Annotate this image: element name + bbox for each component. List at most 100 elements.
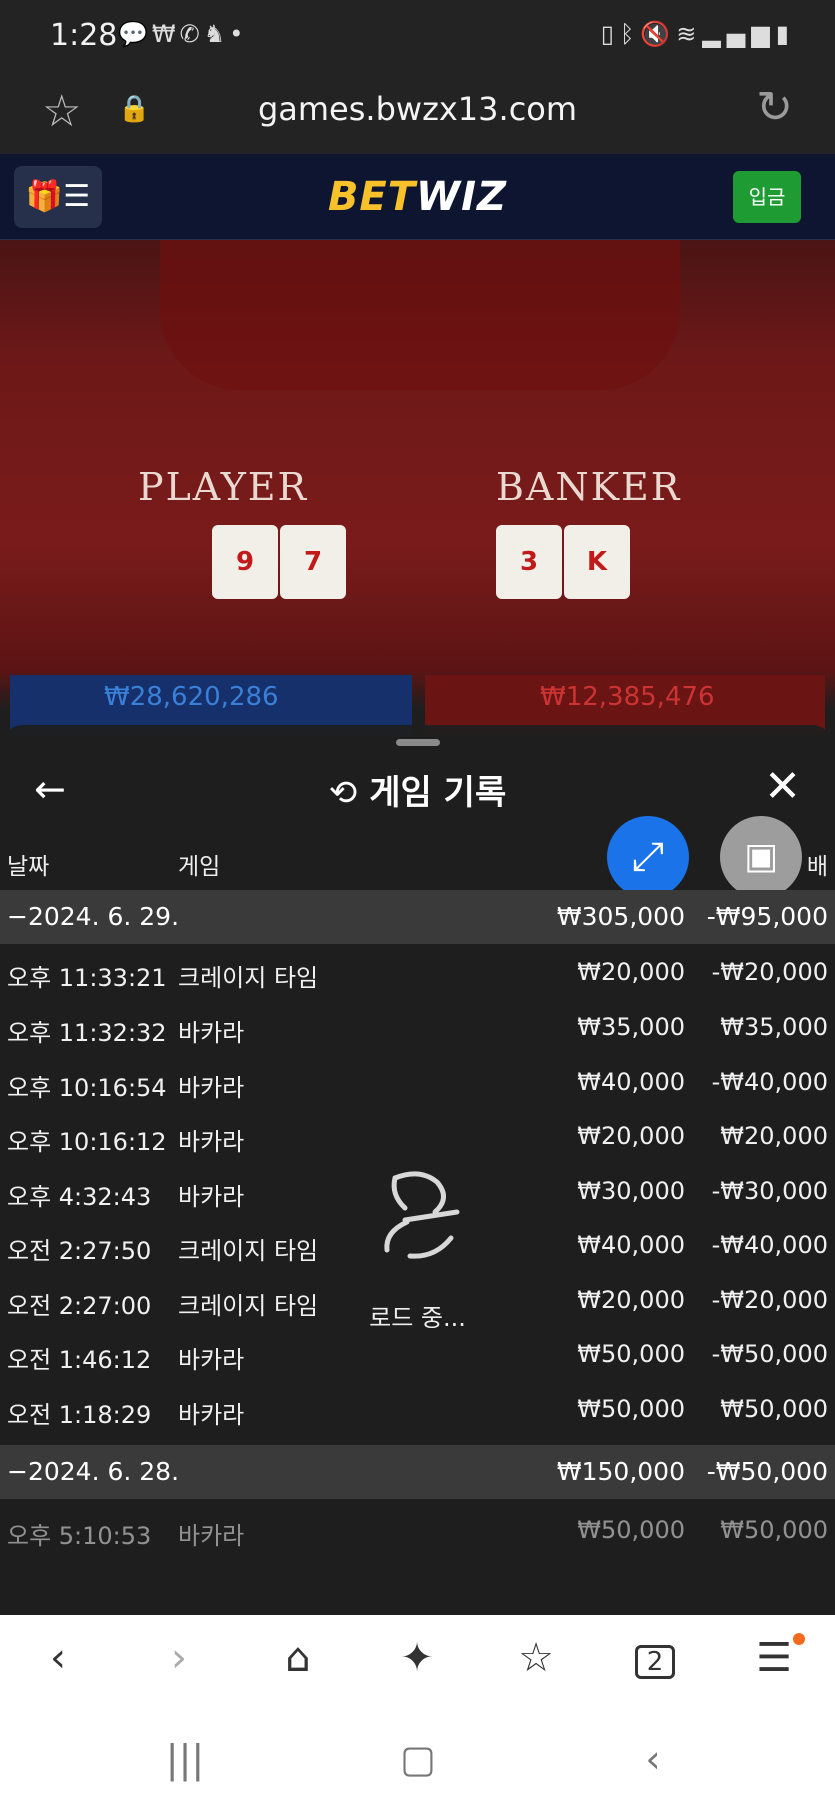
browser-toolbar: ‹ › ⌂ ✦ ☆ 2 ☰ (0, 1615, 835, 1715)
row-result: -₩30,000 (711, 1177, 828, 1205)
table-row[interactable]: 오후 5:10:53 바카라 ₩50,000 ₩50,000 (0, 1504, 835, 1558)
site-header: 🎁☰ BETWIZ 입금 (0, 154, 835, 240)
row-bet: ₩20,000 (577, 1122, 685, 1150)
forward-icon[interactable]: › (149, 1635, 209, 1681)
mute-icon: 🔇 (640, 20, 677, 48)
history-icon: ⟲ (328, 773, 358, 813)
table-row[interactable]: 오전 1:18:29 바카라 ₩50,000 ₩50,000 (0, 1383, 835, 1437)
row-game: 바카라 (178, 1019, 245, 1047)
battery-saver-icon: ▯ (600, 20, 620, 48)
table-row[interactable]: 오후 11:32:32 바카라 ₩35,000 ₩35,000 (0, 1001, 835, 1055)
row-bet: ₩50,000 (577, 1516, 685, 1544)
row-bet: ₩35,000 (577, 1013, 685, 1041)
player-label: PLAYER (138, 465, 309, 509)
app-icon: ♞ (203, 20, 230, 48)
row-time: 오전 1:46:12 (7, 1346, 152, 1374)
player-card: 7 (280, 525, 346, 599)
loading-spinner-icon (384, 1171, 460, 1259)
dot-icon: • (229, 20, 248, 48)
row-time: 오전 1:18:29 (7, 1401, 152, 1429)
row-result: ₩35,000 (720, 1013, 828, 1041)
bluetooth-icon: ᛒ (620, 20, 641, 48)
row-time: 오후 5:10:53 (7, 1522, 152, 1550)
status-bar: 1:28 💬₩✆♞• ▯ᛒ🔇≋▂▄▆▮ (0, 0, 835, 72)
table-row[interactable]: 오전 1:46:12 바카라 ₩50,000 -₩50,000 (0, 1328, 835, 1382)
chat-icon: 💬 (118, 20, 152, 48)
home-icon[interactable]: ⌂ (268, 1635, 328, 1681)
column-header-game: 게임 (178, 854, 221, 880)
dealer-figure (160, 240, 680, 390)
back-icon[interactable]: ‹ (613, 1737, 693, 1781)
deposit-button[interactable]: 입금 (733, 171, 801, 223)
row-bet: ₩50,000 (577, 1395, 685, 1423)
drag-handle[interactable] (396, 739, 440, 746)
pip-icon[interactable]: ▣ (720, 816, 802, 898)
system-nav-bar: ||| ▢ ‹ (0, 1715, 835, 1810)
row-game: 바카라 (178, 1074, 245, 1102)
table-row[interactable]: 오후 10:16:54 바카라 ₩40,000 -₩40,000 (0, 1056, 835, 1110)
column-header-date: 날짜 (7, 854, 50, 880)
notification-dot (793, 1633, 805, 1645)
close-icon[interactable]: ✕ (764, 761, 801, 812)
sheet-title-text: 게임 기록 (369, 773, 507, 813)
row-game: 바카라 (178, 1346, 245, 1374)
row-game: 크레이지 타임 (178, 964, 319, 992)
row-result: ₩50,000 (720, 1516, 828, 1544)
row-result: -₩50,000 (711, 1340, 828, 1368)
home-icon[interactable]: ▢ (378, 1737, 458, 1781)
bookmarks-icon[interactable]: ☆ (506, 1635, 566, 1681)
banker-label: BANKER (496, 465, 682, 509)
notification-icons: 💬₩✆♞• (118, 20, 247, 48)
row-time: 오후 10:16:12 (7, 1128, 167, 1156)
row-game: 바카라 (178, 1401, 245, 1429)
url-text[interactable]: games.bwzx13.com (0, 90, 835, 128)
date-group-header[interactable]: −2024. 6. 28. ₩150,000 -₩50,000 (0, 1445, 835, 1499)
reload-icon[interactable]: ↻ (756, 82, 793, 133)
banker-card: K (564, 525, 630, 599)
row-time: 오전 2:27:50 (7, 1237, 152, 1265)
row-result: -₩20,000 (711, 958, 828, 986)
row-result: -₩40,000 (711, 1068, 828, 1096)
row-bet: ₩40,000 (577, 1068, 685, 1096)
logo-wiz: WIZ (416, 174, 508, 220)
row-bet: ₩50,000 (577, 1340, 685, 1368)
loading-text: 로드 중... (369, 1304, 466, 1332)
player-bet-total: ₩28,620,286 (104, 682, 279, 712)
group-total-bet: ₩305,000 (556, 902, 685, 931)
row-result: -₩40,000 (711, 1231, 828, 1259)
row-time: 오후 11:32:32 (7, 1019, 167, 1047)
row-time: 오후 11:33:21 (7, 964, 167, 992)
wifi-icon: ≋ (676, 20, 703, 48)
row-game: 크레이지 타임 (178, 1237, 319, 1265)
expand-icon[interactable]: ⤢ (607, 816, 689, 898)
row-time: 오후 4:32:43 (7, 1183, 152, 1211)
recents-icon[interactable]: ||| (145, 1737, 225, 1781)
group-total-result: -₩50,000 (706, 1457, 828, 1486)
logo-bet: BET (327, 174, 417, 220)
group-total-bet: ₩150,000 (556, 1457, 685, 1486)
row-result: ₩20,000 (720, 1122, 828, 1150)
row-bet: ₩40,000 (577, 1231, 685, 1259)
sheet-title: ⟲ 게임 기록 (0, 765, 835, 814)
row-game: 바카라 (178, 1128, 245, 1156)
battery-icon: ▮ (775, 20, 795, 48)
column-header-payout: 배 (806, 854, 828, 880)
table-row[interactable]: 오후 11:33:21 크레이지 타임 ₩20,000 -₩20,000 (0, 946, 835, 1000)
back-icon[interactable]: ‹ (28, 1635, 88, 1681)
system-icons: ▯ᛒ🔇≋▂▄▆▮ (601, 20, 795, 48)
row-result: ₩50,000 (720, 1395, 828, 1423)
date-group-header[interactable]: −2024. 6. 29. ₩305,000 -₩95,000 (0, 890, 835, 944)
row-time: 오후 10:16:54 (7, 1074, 167, 1102)
won-icon: ₩ (151, 20, 180, 48)
table-row[interactable]: 오후 10:16:12 바카라 ₩20,000 ₩20,000 (0, 1110, 835, 1164)
tabs-icon[interactable]: 2 (635, 1645, 675, 1679)
site-logo[interactable]: BETWIZ (0, 174, 835, 220)
group-date: −2024. 6. 28. (7, 1457, 180, 1486)
ai-sparkle-icon[interactable]: ✦ (387, 1635, 447, 1681)
player-card: 9 (212, 525, 278, 599)
group-total-result: -₩95,000 (706, 902, 828, 931)
row-game: 바카라 (178, 1183, 245, 1211)
row-bet: ₩20,000 (577, 958, 685, 986)
url-bar: ☆ 🔒 games.bwzx13.com ↻ (0, 72, 835, 154)
signal-icon: ▂▄▆ (702, 20, 776, 48)
